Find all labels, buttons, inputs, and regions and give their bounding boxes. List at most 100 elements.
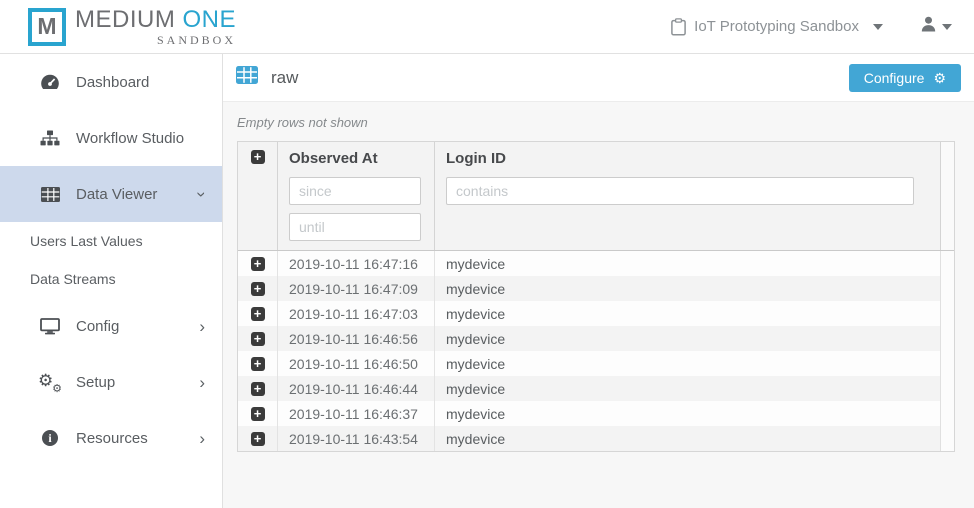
chevron-down-icon: › xyxy=(194,191,211,197)
sidebar-item-label: Workflow Studio xyxy=(76,130,184,147)
observed-at-cell: 2019-10-11 16:47:09 xyxy=(278,276,435,301)
scrollbar-gutter xyxy=(940,251,954,276)
sidebar-subitem-label: Users Last Values xyxy=(30,233,143,249)
table-header: + Observed At Login ID xyxy=(238,142,954,251)
data-table: + Observed At Login ID +2019-10-11 16:47… xyxy=(237,141,955,452)
info-letter: i xyxy=(48,431,51,446)
observed-at-cell: 2019-10-11 16:43:54 xyxy=(278,426,435,451)
table-row: +2019-10-11 16:46:56mydevice xyxy=(238,326,954,351)
sidebar-item-config[interactable]: Config › xyxy=(0,298,222,354)
sidebar-item-label: Data Viewer xyxy=(76,186,157,203)
sidebar-subitem-data-streams[interactable]: Data Streams xyxy=(0,260,222,298)
table-row: +2019-10-11 16:46:37mydevice xyxy=(238,401,954,426)
configure-button-label: Configure xyxy=(864,70,925,86)
chevron-right-icon: › xyxy=(199,430,205,447)
login-id-cell: mydevice xyxy=(435,251,940,276)
plus-square-icon[interactable]: + xyxy=(251,382,265,396)
brand-monogram: M xyxy=(37,13,56,40)
workspace-switcher[interactable]: IoT Prototyping Sandbox xyxy=(671,18,883,36)
scrollbar-gutter xyxy=(940,276,954,301)
table-row: +2019-10-11 16:47:09mydevice xyxy=(238,276,954,301)
brand-name-primary: MEDIUM xyxy=(75,6,175,33)
sidebar-subitem-users-last-values[interactable]: Users Last Values xyxy=(0,222,222,260)
sidebar-item-data-viewer[interactable]: Data Viewer › xyxy=(0,166,222,222)
sidebar-item-workflow-studio[interactable]: Workflow Studio xyxy=(0,110,222,166)
observed-at-cell: 2019-10-11 16:47:03 xyxy=(278,301,435,326)
brand-name-accent: ONE xyxy=(183,6,237,33)
topbar: M MEDIUM ONE SANDBOX IoT Prototyping San… xyxy=(0,0,974,54)
plus-square-icon[interactable]: + xyxy=(251,282,265,296)
scrollbar-gutter xyxy=(940,376,954,401)
chevron-right-icon: › xyxy=(199,374,205,391)
sidebar-item-label: Dashboard xyxy=(76,74,149,91)
gear-icon: ⚙ xyxy=(38,371,53,391)
chevron-right-icon: › xyxy=(199,318,205,335)
caret-down-icon xyxy=(873,24,883,30)
observed-at-column-header: Observed At xyxy=(278,142,435,250)
plus-square-icon[interactable]: + xyxy=(251,357,265,371)
login-id-cell: mydevice xyxy=(435,376,940,401)
sidebar-submenu: Users Last Values Data Streams xyxy=(0,222,222,298)
desktop-icon xyxy=(38,318,62,335)
configure-button[interactable]: Configure ⚙ xyxy=(849,64,961,92)
login-id-cell: mydevice xyxy=(435,276,940,301)
plus-square-icon[interactable]: + xyxy=(251,307,265,321)
sidebar-item-label: Config xyxy=(76,318,119,335)
table-row: +2019-10-11 16:46:44mydevice xyxy=(238,376,954,401)
since-filter-input[interactable] xyxy=(289,177,421,205)
table-row: +2019-10-11 16:47:03mydevice xyxy=(238,301,954,326)
brand-subtitle: SANDBOX xyxy=(157,34,236,46)
plus-square-icon[interactable]: + xyxy=(251,432,265,446)
login-id-cell: mydevice xyxy=(435,401,940,426)
column-label: Login ID xyxy=(446,150,940,167)
until-filter-input[interactable] xyxy=(289,213,421,241)
brand-logo[interactable]: M MEDIUM ONE SANDBOX xyxy=(28,8,236,46)
scrollbar-gutter xyxy=(940,326,954,351)
plus-square-icon[interactable]: + xyxy=(251,332,265,346)
observed-at-cell: 2019-10-11 16:46:44 xyxy=(278,376,435,401)
expand-row-cell: + xyxy=(238,376,278,401)
expand-row-cell: + xyxy=(238,301,278,326)
stream-toolbar: raw Configure ⚙ xyxy=(223,54,974,102)
empty-rows-note: Empty rows not shown xyxy=(237,115,960,130)
user-menu[interactable] xyxy=(921,16,952,37)
table-row: +2019-10-11 16:43:54mydevice xyxy=(238,426,954,451)
login-id-cell: mydevice xyxy=(435,351,940,376)
plus-square-icon[interactable]: + xyxy=(251,150,265,164)
observed-at-cell: 2019-10-11 16:46:37 xyxy=(278,401,435,426)
gears-icon: ⚙ ⚙ xyxy=(38,373,62,392)
scrollbar-gutter xyxy=(940,401,954,426)
table-body: +2019-10-11 16:47:16mydevice+2019-10-11 … xyxy=(238,251,954,451)
caret-down-icon xyxy=(942,24,952,30)
main-content: raw Configure ⚙ Empty rows not shown + O… xyxy=(223,54,974,508)
brand-monogram-icon: M xyxy=(28,8,66,46)
expand-row-cell: + xyxy=(238,401,278,426)
scrollbar-gutter xyxy=(940,426,954,451)
table-row: +2019-10-11 16:47:16mydevice xyxy=(238,251,954,276)
column-label: Observed At xyxy=(289,150,434,167)
sidebar-item-resources[interactable]: i Resources › xyxy=(0,410,222,466)
sidebar-item-label: Resources xyxy=(76,430,148,447)
plus-square-icon[interactable]: + xyxy=(251,407,265,421)
observed-at-cell: 2019-10-11 16:46:50 xyxy=(278,351,435,376)
scrollbar-gutter xyxy=(940,142,954,250)
dashboard-gauge-icon xyxy=(38,74,62,90)
expand-row-cell: + xyxy=(238,251,278,276)
login-id-cell: mydevice xyxy=(435,301,940,326)
gear-icon: ⚙ xyxy=(52,382,62,395)
expand-row-cell: + xyxy=(238,276,278,301)
expand-all-column: + xyxy=(238,142,278,250)
user-icon xyxy=(921,16,936,37)
sidebar-item-setup[interactable]: ⚙ ⚙ Setup › xyxy=(0,354,222,410)
table-grid-icon xyxy=(236,66,258,89)
sidebar-subitem-label: Data Streams xyxy=(30,271,116,287)
login-id-column-header: Login ID xyxy=(435,142,940,250)
topbar-right: IoT Prototyping Sandbox xyxy=(671,16,952,37)
observed-at-cell: 2019-10-11 16:47:16 xyxy=(278,251,435,276)
contains-filter-input[interactable] xyxy=(446,177,914,205)
table-row: +2019-10-11 16:46:50mydevice xyxy=(238,351,954,376)
app-body: Dashboard Workflow Studio xyxy=(0,54,974,508)
sidebar-item-dashboard[interactable]: Dashboard xyxy=(0,54,222,110)
workspace-label: IoT Prototyping Sandbox xyxy=(694,18,859,35)
plus-square-icon[interactable]: + xyxy=(251,257,265,271)
